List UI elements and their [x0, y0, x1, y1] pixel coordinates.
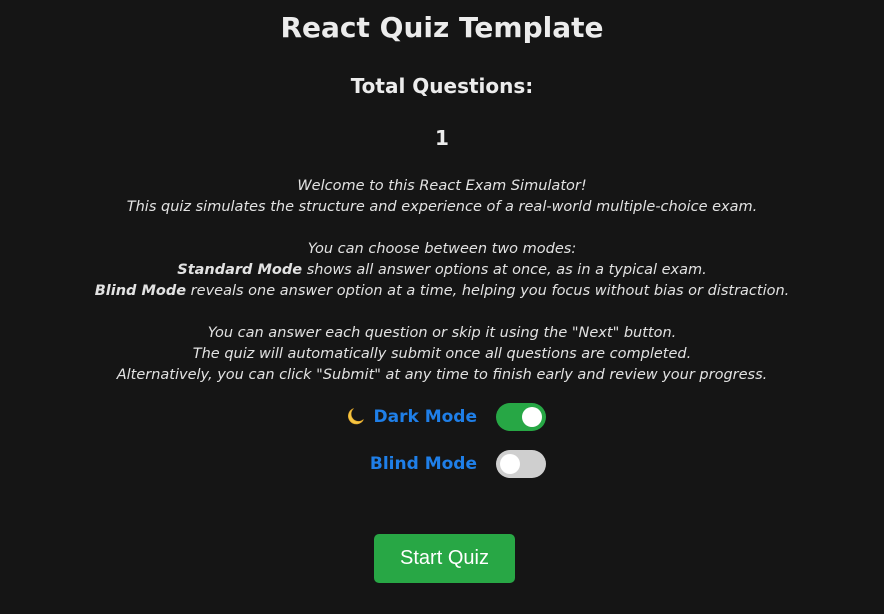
intro-line: You can choose between two modes:: [307, 241, 577, 257]
blind-mode-text: reveals one answer option at a time, hel…: [186, 283, 790, 299]
intro-text: Welcome to this React Exam Simulator! Th…: [0, 176, 884, 386]
dark-mode-label-group: Dark Mode: [346, 402, 478, 432]
total-questions-value: 1: [435, 126, 449, 150]
standard-mode-text: shows all answer options at once, as in …: [302, 262, 707, 278]
blind-mode-description: Blind Mode reveals one answer option at …: [0, 281, 884, 302]
standard-mode-title: Standard Mode: [177, 262, 303, 278]
start-quiz-button[interactable]: Start Quiz: [374, 534, 515, 583]
blind-mode-label: Blind Mode: [369, 454, 477, 474]
intro-line: Alternatively, you can click "Submit" at…: [116, 367, 768, 383]
intro-line: The quiz will automatically submit once …: [192, 346, 692, 362]
standard-mode-description: Standard Mode shows all answer options a…: [0, 260, 884, 281]
blind-mode-toggle[interactable]: [496, 450, 546, 478]
blind-mode-title: Blind Mode: [94, 283, 187, 299]
quiz-start-page: React Quiz Template Total Questions: 1 W…: [0, 0, 884, 614]
moon-icon: [346, 406, 366, 426]
dark-mode-toggle[interactable]: [496, 403, 546, 431]
intro-line: Welcome to this React Exam Simulator!: [297, 178, 587, 194]
toggle-knob: [500, 454, 520, 474]
dark-mode-label: Dark Mode: [373, 407, 478, 427]
page-title: React Quiz Template: [280, 11, 604, 44]
intro-line: This quiz simulates the structure and ex…: [126, 199, 758, 215]
intro-line: You can answer each question or skip it …: [207, 325, 677, 341]
toggle-knob: [522, 407, 542, 427]
total-questions-label: Total Questions:: [350, 74, 534, 98]
dark-mode-row: Dark Mode: [0, 402, 884, 432]
blind-mode-row: Blind Mode: [0, 449, 884, 479]
